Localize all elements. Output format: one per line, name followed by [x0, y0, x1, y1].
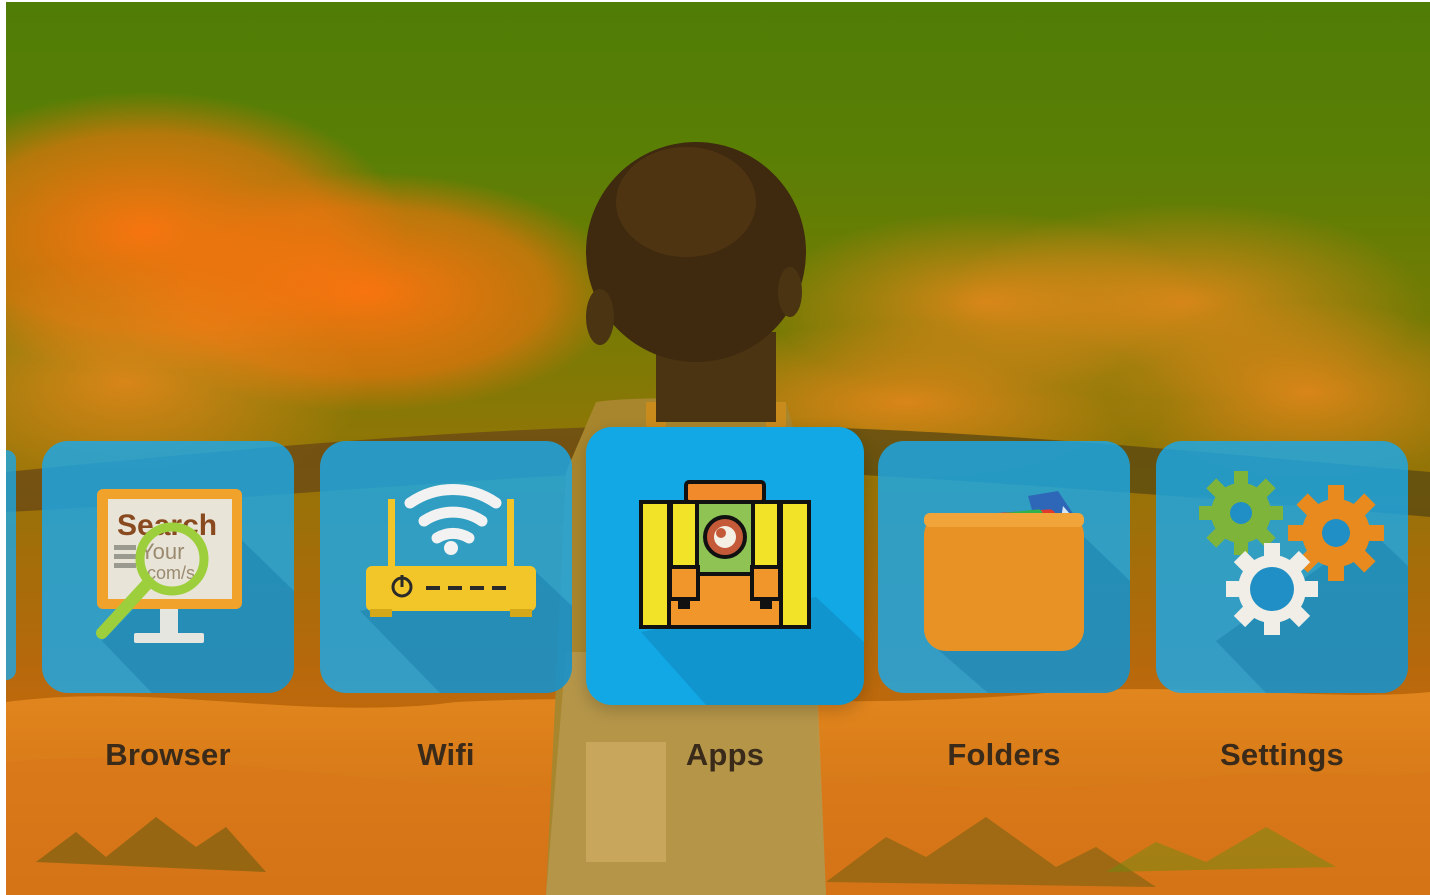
apps-tile[interactable]	[586, 427, 864, 705]
launcher-screen: Search Your .com/s Browser Wifi Apps Fol…	[0, 0, 1430, 895]
folders-label: Folders	[947, 737, 1061, 772]
wifi-label: Wifi	[417, 737, 475, 772]
browser-icon: Search Your .com/s	[96, 489, 242, 643]
previous-tile-edge[interactable]	[6, 450, 16, 680]
apps-label: Apps	[685, 737, 765, 772]
settings-tile[interactable]	[1156, 441, 1408, 693]
wifi-router-icon	[366, 484, 536, 617]
settings-label: Settings	[1220, 737, 1344, 772]
browser-tile[interactable]: Search Your .com/s	[42, 441, 294, 693]
folder-icon	[924, 491, 1084, 651]
apps-briefcase-icon	[639, 480, 811, 629]
wifi-tile[interactable]	[320, 441, 572, 693]
gears-icon	[1199, 471, 1384, 635]
browser-label: Browser	[105, 737, 231, 772]
folders-tile[interactable]	[878, 441, 1130, 693]
